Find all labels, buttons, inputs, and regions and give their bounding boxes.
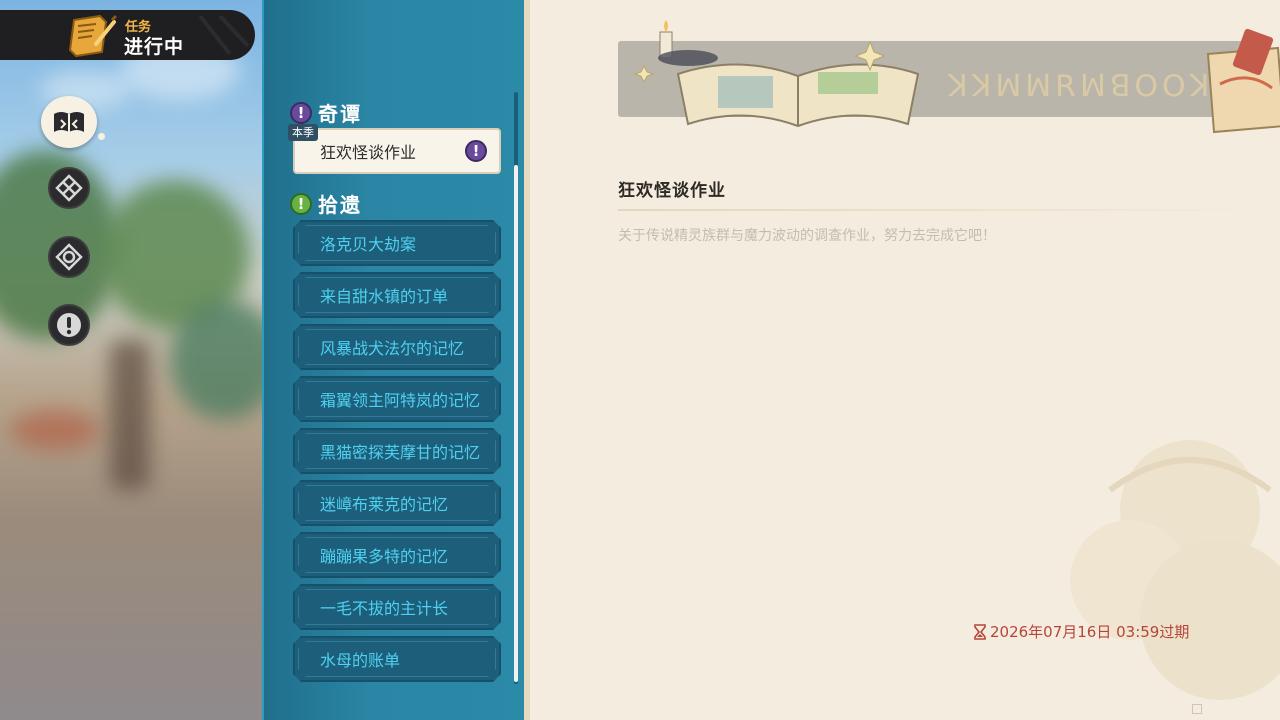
- header-decoration: [198, 16, 250, 54]
- section-header-qitan: ! 奇谭: [290, 98, 362, 127]
- purple-exclamation-icon: !: [465, 140, 487, 162]
- quest-item-selected[interactable]: 狂欢怪谈作业 !: [293, 128, 501, 174]
- quest-detail-panel: ꓘꓘꟽꟽꓣꟽꓭꓳꓳꓘꓢ 狂欢怪谈作业 关于传说精灵族群与魔力波动的调查作业，努力…: [530, 0, 1280, 720]
- purple-exclamation-icon: !: [290, 101, 312, 124]
- sidebar-quest-book-button[interactable]: [41, 96, 105, 148]
- expiry-text: 2026年07月16日 03:59过期: [990, 623, 1190, 641]
- quest-item[interactable]: 霜翼领主阿特岚的记忆: [293, 376, 501, 422]
- quest-book-icon: [54, 112, 84, 132]
- green-exclamation-icon: !: [290, 192, 312, 215]
- title-divider: [618, 209, 1280, 211]
- quest-item-label: 一毛不拔的主计长: [320, 599, 449, 618]
- quest-detail-title: 狂欢怪谈作业: [618, 181, 726, 201]
- quest-item-label: 狂欢怪谈作业: [320, 143, 417, 162]
- sidebar-gear-button[interactable]: [48, 236, 90, 278]
- expiry-info: 2026年07月16日 03:59过期: [974, 621, 1189, 642]
- scroll-quest-icon: [68, 14, 118, 58]
- season-tag: 本季: [288, 124, 318, 141]
- quest-item[interactable]: 黑猫密探芙摩甘的记忆: [293, 428, 501, 474]
- quest-item-label: 蹦蹦果多特的记忆: [320, 547, 449, 566]
- scrollbar-thumb[interactable]: [514, 165, 518, 682]
- quest-item-label: 霜翼领主阿特岚的记忆: [320, 391, 481, 410]
- exclamation-icon: [57, 313, 81, 337]
- quest-item-label: 洛克贝大劫案: [320, 235, 417, 254]
- section-label: 拾遗: [318, 193, 362, 217]
- gear-emblem-icon: [55, 243, 83, 271]
- book-banner-illustration: ꓘꓘꟽꟽꓣꟽꓭꓳꓳꓘꓢ: [633, 20, 1280, 134]
- quest-item-label: 黑猫密探芙摩甘的记忆: [320, 443, 481, 462]
- compass-emblem-icon: [55, 174, 83, 202]
- quest-item-label: 风暴战犬法尔的记忆: [320, 339, 465, 358]
- quest-item-label: 水母的账单: [320, 651, 401, 670]
- header-title: 进行中: [124, 36, 185, 58]
- quest-item[interactable]: 一毛不拔的主计长: [293, 584, 501, 630]
- svg-text:ꓘꓘꟽꟽꓣꟽꓭꓳꓳꓘꓢ: ꓘꓘꟽꟽꓣꟽꓭꓳꓳꓘꓢ: [947, 69, 1236, 104]
- quest-item[interactable]: 风暴战犬法尔的记忆: [293, 324, 501, 370]
- sidebar-compass-button[interactable]: [48, 167, 90, 209]
- section-label: 奇谭: [318, 102, 362, 126]
- quest-item[interactable]: 蹦蹦果多特的记忆: [293, 532, 501, 578]
- section-header-shiyi: ! 拾遗: [290, 189, 362, 218]
- hourglass-icon: [974, 623, 986, 640]
- quest-item-label: 迷嶂布莱克的记忆: [320, 495, 449, 514]
- quest-item-label: 来自甜水镇的订单: [320, 287, 449, 306]
- quest-item[interactable]: 来自甜水镇的订单: [293, 272, 501, 318]
- corner-mark: [1192, 704, 1202, 714]
- decorative-watermark: [1070, 440, 1280, 700]
- quest-item[interactable]: 水母的账单: [293, 636, 501, 682]
- sidebar-exclamation-button[interactable]: [48, 304, 90, 346]
- background-scene: [0, 0, 262, 720]
- quest-item[interactable]: 洛克贝大劫案: [293, 220, 501, 266]
- quest-list-panel: ! 奇谭 本季 狂欢怪谈作业 ! ! 拾遗 洛克贝大劫案 来自甜水镇的订单 风暴…: [262, 0, 530, 720]
- quest-item[interactable]: 迷嶂布莱克的记忆: [293, 480, 501, 526]
- quest-header: 任务 进行中: [0, 10, 255, 60]
- quest-description: 关于传说精灵族群与魔力波动的调查作业，努力去完成它吧！: [618, 228, 996, 244]
